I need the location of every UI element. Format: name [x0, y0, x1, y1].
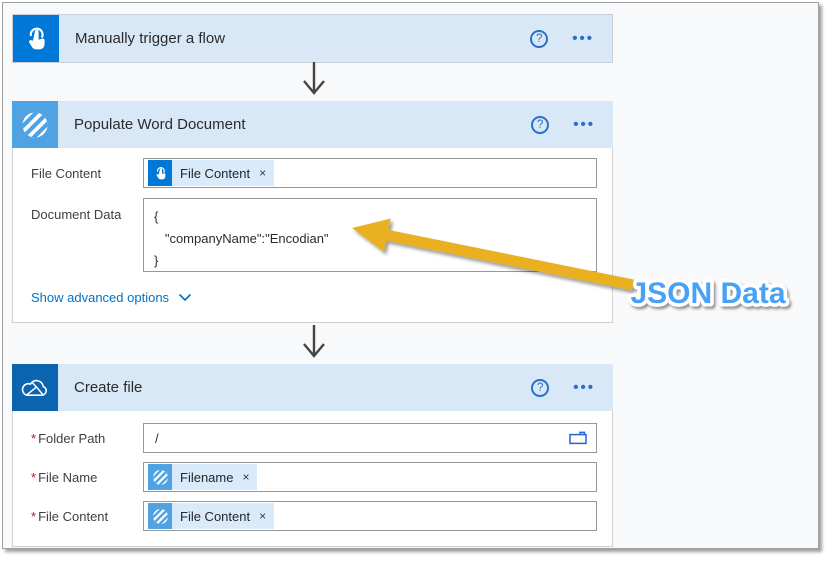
connector-arrow-down-icon [303, 62, 325, 95]
token-label: Filename [180, 469, 234, 485]
populate-card-title: Populate Word Document [74, 116, 246, 133]
ellipsis-menu-icon[interactable]: ••• [573, 380, 595, 395]
document-data-label: Document Data [31, 207, 122, 222]
token-remove-icon[interactable]: × [242, 470, 249, 484]
required-asterisk: * [31, 508, 37, 524]
show-advanced-options-link[interactable]: Show advanced options [31, 290, 192, 305]
file-content-input[interactable]: File Content × [143, 501, 597, 531]
create-file-card-title: Create file [74, 379, 143, 396]
chevron-down-icon [178, 293, 192, 302]
file-content-token-chip[interactable]: File Content × [148, 160, 275, 186]
folder-path-field-row: * Folder Path / [13, 423, 612, 453]
json-line: "companyName":"Encodian" [154, 231, 329, 246]
token-remove-icon[interactable]: × [259, 509, 266, 523]
file-name-label: * File Name [31, 469, 98, 485]
card-populate-word-document: Populate Word Document ? ••• File Conten… [12, 101, 613, 323]
card-create-file: Create file ? ••• * Folder Path / * File N… [12, 364, 613, 547]
file-name-input[interactable]: Filename × [143, 462, 597, 492]
trigger-card-title: Manually trigger a flow [75, 30, 226, 47]
show-advanced-options-label: Show advanced options [31, 290, 170, 305]
encodian-stripes-icon [148, 503, 172, 529]
trigger-card-header[interactable]: Manually trigger a flow ? ••• [12, 14, 613, 63]
required-asterisk: * [31, 469, 37, 485]
file-content-input[interactable]: File Content × [143, 158, 597, 188]
ellipsis-menu-icon[interactable]: ••• [572, 31, 594, 46]
file-content-field-row: File Content File Content × [13, 158, 612, 188]
ellipsis-menu-icon[interactable]: ••• [573, 117, 595, 132]
document-data-field-row: Document Data { "companyName":"Encodian"… [13, 198, 612, 272]
create-file-card-body: * Folder Path / * File Name Filename × *… [12, 411, 613, 547]
filename-token-chip[interactable]: Filename × [148, 464, 258, 490]
json-line: } [154, 253, 159, 268]
connector-arrow-down-icon [303, 325, 325, 358]
token-label: File Content [180, 508, 251, 524]
help-icon[interactable]: ? [531, 378, 550, 397]
folder-picker-icon[interactable] [568, 430, 588, 446]
populate-card-header[interactable]: Populate Word Document ? ••• [12, 101, 613, 148]
manual-trigger-hand-icon [13, 15, 59, 62]
annotation-label: JSON Data [630, 277, 785, 310]
flow-designer-canvas: Manually trigger a flow ? ••• Populate W… [2, 2, 819, 549]
required-asterisk: * [31, 430, 37, 446]
token-label: File Content [180, 165, 251, 181]
folder-path-value: / [155, 430, 159, 446]
folder-path-label: * Folder Path [31, 430, 106, 446]
create-file-card-header[interactable]: Create file ? ••• [12, 364, 613, 411]
manual-trigger-hand-icon [148, 160, 172, 186]
file-content-label: * File Content [31, 508, 109, 524]
json-line: { [154, 209, 159, 224]
folder-path-input[interactable]: / [143, 423, 597, 453]
file-content-field-row: * File Content File Content × [13, 501, 612, 531]
card-manually-trigger-flow: Manually trigger a flow ? ••• [12, 14, 613, 63]
encodian-stripes-icon [12, 101, 58, 148]
help-icon[interactable]: ? [531, 115, 550, 134]
encodian-stripes-icon [148, 464, 172, 490]
populate-card-body: File Content File Content × Document Dat… [12, 148, 613, 323]
file-content-token-chip[interactable]: File Content × [148, 503, 275, 529]
file-content-label: File Content [31, 165, 102, 181]
token-remove-icon[interactable]: × [259, 166, 266, 180]
file-name-field-row: * File Name Filename × [13, 462, 612, 492]
onedrive-cloud-icon [12, 364, 58, 411]
document-data-textarea[interactable]: { "companyName":"Encodian" } [143, 198, 597, 272]
help-icon[interactable]: ? [530, 29, 549, 48]
